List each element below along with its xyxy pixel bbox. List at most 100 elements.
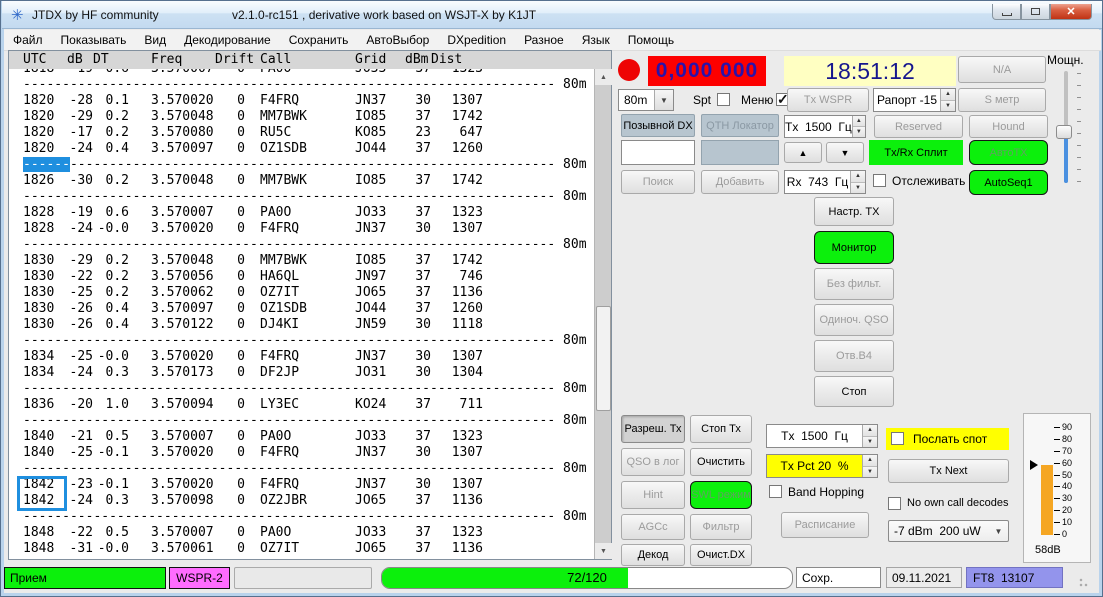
menu-item-6[interactable]: DXpedition [438,33,515,47]
decode-button[interactable]: Декод [621,544,685,566]
monitor-button[interactable]: Монитор [814,231,894,264]
decode-row[interactable]: 1842-23-0.13.5700200F4FRQJN37301307 [9,477,594,493]
log-qso-button[interactable]: QSO в лог [621,448,685,476]
reserved-button[interactable]: Reserved [874,115,963,138]
chevron-down-icon[interactable]: ▼ [654,90,673,110]
dx-call-input[interactable] [621,140,695,165]
hint-button[interactable]: Hint [621,481,685,509]
spin-arrows-icon[interactable]: ▲▼ [862,455,877,477]
s-meter-button[interactable]: S метр [958,88,1046,112]
decode-row[interactable]: 1830-290.23.5700480MM7BWKIO85371742 [9,253,594,269]
decode-row[interactable]: 1828-24-0.03.5700200F4FRQJN37301307 [9,221,594,237]
no-filter-button[interactable]: Без фильт. [814,268,894,300]
auto-tx-button[interactable]: АвтоTX [969,140,1048,165]
decode-scrollbar[interactable]: ▲ ▼ [594,69,611,559]
stop-tx-button[interactable]: Стоп Тх [690,415,752,443]
no-own-call-checkbox[interactable] [888,497,901,510]
decode-row[interactable]: 1820-240.43.5700970OZ1SDBJO44371260 [9,141,594,157]
decode-row[interactable]: 1820-170.23.5700800RU5CKO8523647 [9,125,594,141]
menu-item-4[interactable]: Сохранить [280,33,358,47]
swl-mode-button[interactable]: SWL режим [690,481,752,509]
menu-item-7[interactable]: Разное [515,33,573,47]
decode-row[interactable]: 1834-25-0.03.5700200F4FRQJN37301307 [9,349,594,365]
menu-item-8[interactable]: Язык [573,33,619,47]
band-hopping-checkbox[interactable] [769,485,782,498]
decode-row[interactable]: 1830-260.43.5701220DJ4KIJN59301118 [9,317,594,333]
spin-arrows-icon[interactable]: ▲▼ [852,116,865,137]
decode-row[interactable]: 1828-190.63.5700070PA0OJO33371323 [9,205,594,221]
report-spinbox[interactable]: Рапорт -15 ▲▼ [873,88,956,112]
dx-call-button[interactable]: Позывной DX [621,114,695,137]
decode-row[interactable]: 1842-240.33.5700980OZ2JBRJO65371136 [9,493,594,509]
answer-b4-button[interactable]: Отв.B4 [814,340,894,372]
tx-freq-spinbox-2[interactable]: Tx 1500 Гц ▲▼ [766,424,878,448]
rx-freq-spinbox[interactable]: Rx 743 Гц ▲▼ [784,170,866,194]
band-select[interactable]: 80m ▼ [618,89,674,111]
tx-wspr-button[interactable]: Tx WSPR [787,88,869,112]
decode-row[interactable]: 1848-220.53.5700070PA0OJO33371323 [9,525,594,541]
menu-item-0[interactable]: Файл [4,33,52,47]
tune-tx-button[interactable]: Настр. TX [814,197,894,226]
scroll-up-icon[interactable]: ▲ [595,69,612,85]
clear-dx-button[interactable]: Очист.DX [690,544,752,566]
add-button[interactable]: Добавить [701,170,779,194]
tx-next-button[interactable]: Tx Next [888,459,1009,483]
enable-tx-button[interactable]: Разреш. Тх [621,415,685,443]
spin-arrows-icon[interactable]: ▲▼ [850,171,865,193]
spt-checkbox[interactable] [717,93,730,106]
na-button[interactable]: N/A [958,56,1046,83]
decode-row[interactable]: 1818-190.63.5700070PA0OJO33371323 [9,69,594,77]
freq-up-button[interactable]: ▲ [784,142,822,163]
power-select[interactable]: -7 dBm 200 uW ▼ [888,520,1009,542]
agcc-button[interactable]: AGCc [621,514,685,540]
decode-row[interactable]: 1820-290.23.5700480MM7BWKIO85371742 [9,109,594,125]
menu-item-9[interactable]: Помощь [619,33,683,47]
qth-locator-input[interactable] [701,140,779,165]
search-button[interactable]: Поиск [621,170,695,194]
decode-row[interactable]: 1848-31-0.03.5700610OZ7ITJO65371136 [9,541,594,557]
resize-grip[interactable] [1079,578,1091,590]
tx-pct-spinbox[interactable]: Tx Pct 20 % ▲▼ [766,454,878,478]
tx-freq-spinbox[interactable]: Tx 1500 Гц ▲▼ [784,115,866,138]
menu-item-2[interactable]: Вид [135,33,175,47]
power-slider-handle[interactable] [1056,125,1072,139]
qth-locator-button[interactable]: QTH Локатор [701,114,779,137]
autoseq-button[interactable]: AutoSeq1 [969,170,1048,195]
menu-item-5[interactable]: АвтоВыбор [357,33,438,47]
spin-arrows-icon[interactable]: ▲▼ [862,425,877,447]
decode-row[interactable]: 1830-250.23.5700620OZ7ITJO65371136 [9,285,594,301]
single-qso-button[interactable]: Одиноч. QSO [814,304,894,336]
scrollbar-thumb[interactable] [596,306,611,411]
freq-down-button[interactable]: ▼ [826,142,864,163]
save-field[interactable]: Сохр. [796,567,881,588]
title-bar[interactable]: ✳ JTDX by HF community v2.1.0-rc151 , de… [2,1,1103,29]
decode-row[interactable]: 1830-260.43.5700970OZ1SDBJO44371260 [9,301,594,317]
cell-grid: KO85 [355,125,405,141]
menu-item-1[interactable]: Показывать [52,33,136,47]
schedule-button[interactable]: Расписание [781,512,869,538]
spin-arrows-icon[interactable]: ▲▼ [940,89,955,111]
send-spot-checkbox[interactable] [891,432,904,445]
decode-row[interactable]: 1840-210.53.5700070PA0OJO33371323 [9,429,594,445]
cell-utc: 1820 [23,141,67,157]
cell-dt: -0.1 [93,477,129,493]
decode-row[interactable]: 1834-240.33.5701730DF2JPJO31301304 [9,365,594,381]
cell-drift: 0 [215,141,245,157]
track-checkbox[interactable] [873,174,886,187]
chevron-down-icon[interactable]: ▼ [989,521,1008,541]
decode-row[interactable]: 1826-300.23.5700480MM7BWKIO85371742 [9,173,594,189]
minimize-button[interactable] [992,4,1021,20]
filter-button[interactable]: Фильтр [690,514,752,540]
maximize-button[interactable] [1021,4,1050,20]
decode-row[interactable]: 1820-280.13.5700200F4FRQJN37301307 [9,93,594,109]
scroll-down-icon[interactable]: ▼ [595,543,612,559]
decode-row[interactable]: 1836-201.03.5700940LY3ECKO2437711 [9,397,594,413]
menu-item-3[interactable]: Декодирование [175,33,280,47]
close-button[interactable]: ✕ [1050,4,1092,20]
hound-button[interactable]: Hound [969,115,1048,138]
decode-row[interactable]: 1830-220.23.5700560HA6QLJN9737746 [9,269,594,285]
clear-button[interactable]: Очистить [690,448,752,476]
txrx-split-button[interactable]: Tx/Rx Сплит [869,140,963,165]
stop-button[interactable]: Стоп [814,376,894,407]
decode-row[interactable]: 1840-25-0.13.5700200F4FRQJN37301307 [9,445,594,461]
